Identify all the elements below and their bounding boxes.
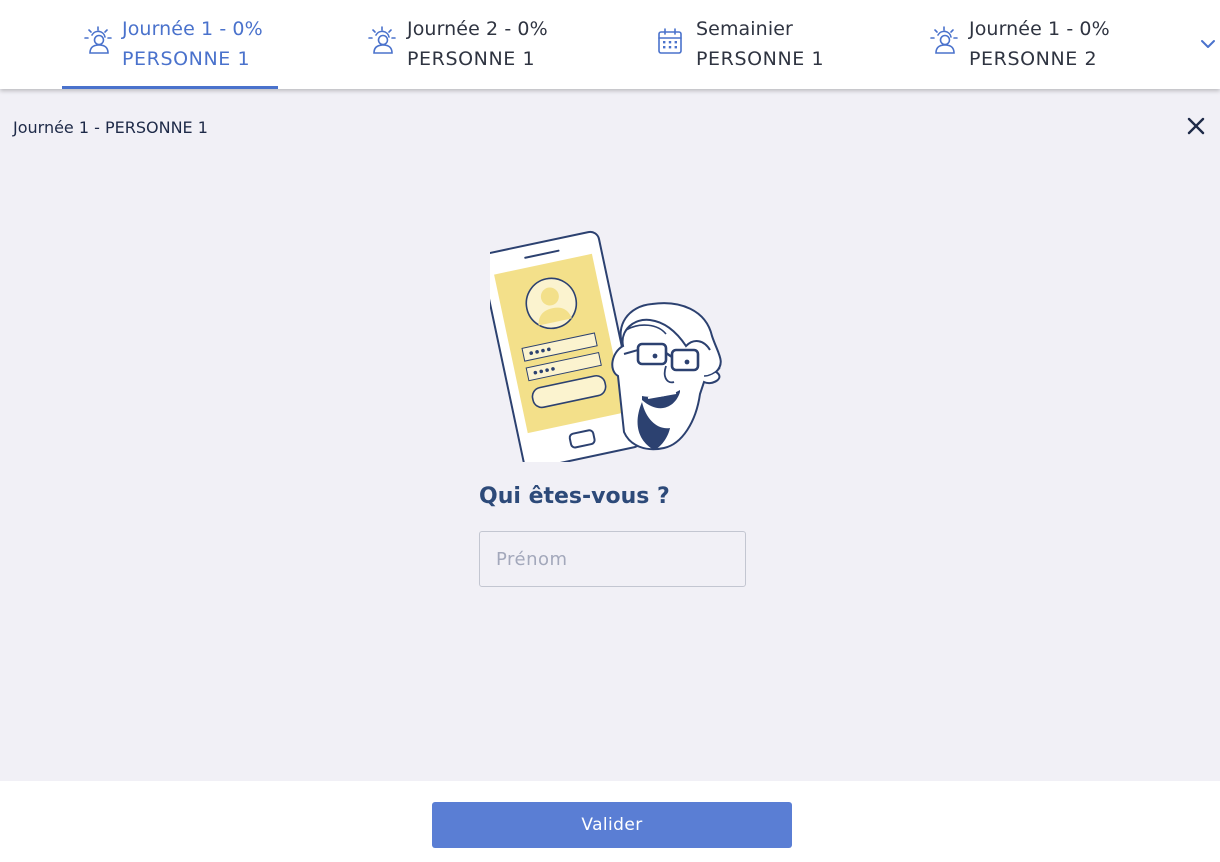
tab-bar: Journée 1 - 0% PERSONNE 1 Journée 2 - 0%… xyxy=(0,0,1220,89)
page-title: Journée 1 - PERSONNE 1 xyxy=(13,118,208,137)
sun-person-icon xyxy=(84,26,112,54)
footer-bar: Valider xyxy=(0,781,1220,862)
tab-journee-1-personne-2[interactable]: Journée 1 - 0% PERSONNE 2 xyxy=(910,0,1140,89)
calendar-icon xyxy=(658,28,682,54)
firstname-input[interactable] xyxy=(479,531,746,587)
tab-semainier-personne-1[interactable]: Semainier PERSONNE 1 xyxy=(640,0,860,89)
sun-person-icon xyxy=(368,26,396,54)
tab-journee-2-personne-1[interactable]: Journée 2 - 0% PERSONNE 1 xyxy=(348,0,578,89)
close-icon[interactable] xyxy=(1182,112,1210,140)
phone-login-illustration xyxy=(490,230,722,462)
validate-button[interactable]: Valider xyxy=(432,802,792,848)
chevron-down-icon[interactable] xyxy=(1196,32,1220,56)
tab-title: Semainier xyxy=(696,18,793,40)
tab-subtitle: PERSONNE 1 xyxy=(696,48,825,70)
tab-title: Journée 2 - 0% xyxy=(407,18,548,40)
active-tab-indicator xyxy=(62,86,278,89)
identity-question: Qui êtes-vous ? xyxy=(479,484,670,509)
tab-journee-1-personne-1[interactable]: Journée 1 - 0% PERSONNE 1 xyxy=(62,0,278,89)
sun-person-icon xyxy=(930,26,958,54)
tab-title: Journée 1 - 0% xyxy=(969,18,1110,40)
tab-subtitle: PERSONNE 1 xyxy=(122,48,251,70)
tab-subtitle: PERSONNE 2 xyxy=(969,48,1098,70)
tab-subtitle: PERSONNE 1 xyxy=(407,48,536,70)
tab-title: Journée 1 - 0% xyxy=(122,18,263,40)
